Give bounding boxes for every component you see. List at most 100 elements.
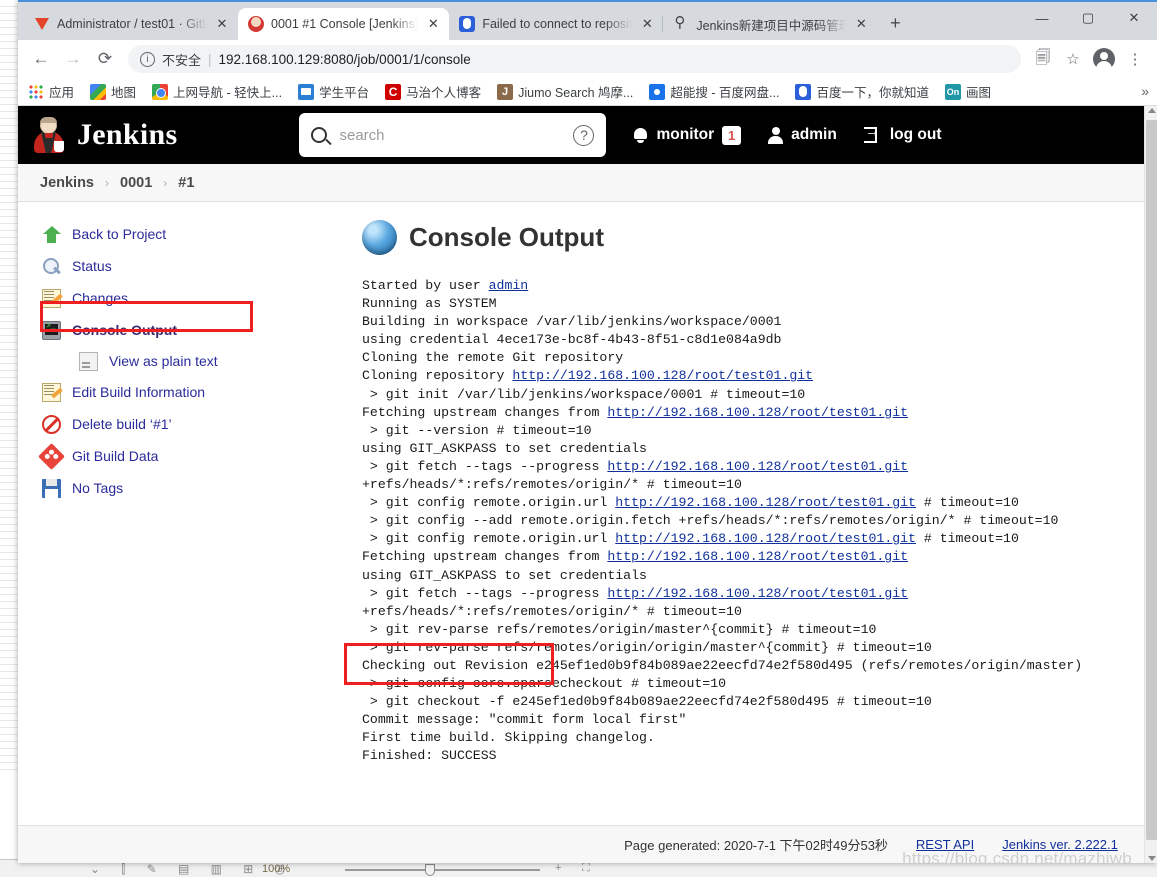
site-info-icon[interactable]: i: [140, 51, 155, 67]
forward-button[interactable]: →: [58, 44, 88, 74]
page-scrollbar[interactable]: [1143, 106, 1157, 863]
tab-close-icon[interactable]: ✕: [214, 16, 230, 32]
console-line: > git rev-parse refs/remotes/origin/orig…: [362, 639, 932, 655]
breadcrumb: Jenkins › 0001 › #1: [18, 164, 1144, 202]
browser-tab-2[interactable]: Failed to connect to reposito ✕: [449, 8, 664, 40]
search-help-icon[interactable]: ?: [573, 124, 595, 146]
breadcrumb-item-jenkins[interactable]: Jenkins: [40, 175, 94, 191]
sidebar-item-delete-build[interactable]: Delete build ‘#1’: [18, 408, 340, 440]
git-diamond-icon: [38, 442, 65, 470]
browser-tab-3[interactable]: Jenkins新建项目中源码管理Re ✕: [662, 8, 878, 40]
doc-icon: [673, 13, 689, 32]
window-maximize-button[interactable]: ▢: [1065, 2, 1111, 34]
console-link[interactable]: http://192.168.100.128/root/test01.git: [607, 549, 908, 564]
bookmark-item-maps[interactable]: 地图: [90, 82, 136, 101]
bookmark-label: 学生平台: [319, 86, 370, 100]
sidebar-item-status[interactable]: Status: [18, 250, 340, 282]
apps-grid-icon: [28, 83, 44, 100]
rest-api-link[interactable]: REST API: [916, 837, 974, 852]
jenkins-page: Jenkins ? monitor 1 admin: [18, 106, 1144, 863]
sidebar-item-git-build-data[interactable]: Git Build Data: [18, 440, 340, 472]
console-link[interactable]: http://192.168.100.128/root/test01.git: [615, 531, 916, 546]
bookmark-item-paint[interactable]: On 画图: [944, 82, 991, 101]
bookmark-item-nav[interactable]: 上网导航 - 轻快上...: [152, 82, 282, 101]
bookmark-item-student[interactable]: 学生平台: [298, 82, 369, 101]
bookmark-item-jiumo[interactable]: J Jiumo Search 鸠摩...: [497, 82, 633, 101]
bookmark-item-baidu[interactable]: 百度一下，你就知道: [795, 82, 929, 101]
jenkins-body: Back to Project Status Changes Console O…: [18, 202, 1144, 863]
o-logo-icon: [649, 83, 666, 100]
console-line: > git --version # timeout=10: [362, 422, 592, 438]
page-title-text: Console Output: [409, 222, 604, 252]
tab-close-icon[interactable]: ✕: [425, 16, 441, 32]
background-expand-icon[interactable]: ⛶: [582, 862, 590, 875]
sidebar-item-console-output[interactable]: Console Output: [18, 314, 340, 346]
console-link[interactable]: http://192.168.100.128/root/test01.git: [615, 495, 916, 510]
scrollbar-thumb[interactable]: [1145, 120, 1157, 840]
scroll-down-arrow-icon[interactable]: [1147, 856, 1156, 861]
browser-tab-0[interactable]: Administrator / test01 · GitLa ✕: [24, 8, 238, 40]
search-input[interactable]: [337, 125, 564, 145]
console-link[interactable]: http://192.168.100.128/root/test01.git: [607, 405, 908, 420]
browser-tab-strip: Administrator / test01 · GitLa ✕ 0001 #1…: [18, 2, 1157, 40]
translate-icon[interactable]: 🗐: [1029, 45, 1057, 73]
user-link[interactable]: admin: [768, 126, 837, 144]
background-zoom-plus[interactable]: +: [555, 862, 561, 874]
console-link[interactable]: http://192.168.100.128/root/test01.git: [512, 368, 813, 383]
breadcrumb-item-job[interactable]: 0001: [120, 175, 152, 191]
window-close-button[interactable]: ✕: [1111, 2, 1157, 34]
tab-close-icon[interactable]: ✕: [853, 16, 869, 32]
student-icon: [298, 83, 315, 100]
sidebar-item-changes[interactable]: Changes: [18, 282, 340, 314]
sidebar-item-view-as-plain-text[interactable]: View as plain text: [18, 346, 340, 376]
jenkins-header: Jenkins ? monitor 1 admin: [18, 106, 1144, 164]
back-button[interactable]: ←: [26, 44, 56, 74]
chrome-menu-icon[interactable]: ⋮: [1121, 45, 1149, 73]
console-line: Running as SYSTEM: [362, 296, 497, 312]
console-link[interactable]: http://192.168.100.128/root/test01.git: [607, 586, 908, 601]
browser-tab-1[interactable]: 0001 #1 Console [Jenkins] ✕: [238, 8, 450, 40]
address-bar[interactable]: i 不安全 | 192.168.100.129:8080/job/0001/1/…: [128, 45, 1021, 73]
user-label: admin: [791, 126, 837, 143]
up-arrow-icon: [42, 225, 61, 244]
scroll-up-arrow-icon[interactable]: [1147, 108, 1156, 113]
console-line: Building in workspace /var/lib/jenkins/w…: [362, 314, 782, 330]
console-link[interactable]: admin: [489, 278, 529, 293]
bookmark-label: 应用: [49, 86, 75, 100]
chrome-browser-window: Administrator / test01 · GitLa ✕ 0001 #1…: [18, 0, 1157, 863]
jenkins-icon: [248, 16, 264, 32]
sidebar-item-back-to-project[interactable]: Back to Project: [18, 218, 340, 250]
omnibox-separator: |: [208, 51, 212, 67]
bookmark-item-apps[interactable]: 应用: [28, 82, 74, 101]
logout-link[interactable]: log out: [863, 123, 941, 144]
bookmarks-overflow-icon[interactable]: »: [1141, 83, 1149, 99]
jenkins-footer: Page generated: 2020-7-1 下午02时49分53秒 RES…: [18, 825, 1144, 863]
main-content: Console Output Started by user admin Runn…: [340, 202, 1144, 863]
bookmarks-bar: 应用 地图 上网导航 - 轻快上... 学生平台 C 马治个人博客 J Jium…: [18, 78, 1157, 106]
jenkins-logo-link[interactable]: Jenkins: [32, 117, 177, 153]
bookmark-label: 上网导航 - 轻快上...: [173, 86, 283, 100]
reload-button[interactable]: ⟳: [90, 44, 120, 74]
monitor-link[interactable]: monitor 1: [633, 125, 742, 145]
background-zoom-slider[interactable]: [345, 869, 540, 871]
sidebar-item-no-tags[interactable]: No Tags: [18, 472, 340, 504]
console-line: Cloning the remote Git repository: [362, 350, 624, 366]
new-tab-button[interactable]: +: [881, 10, 909, 38]
bookmark-item-chaonengsou[interactable]: 超能搜 - 百度网盘...: [649, 82, 779, 101]
bookmark-star-icon[interactable]: ☆: [1059, 45, 1087, 73]
jenkins-search-box[interactable]: ?: [299, 113, 607, 157]
console-link[interactable]: http://192.168.100.128/root/test01.git: [607, 459, 908, 474]
window-minimize-button[interactable]: —: [1019, 2, 1065, 34]
background-zoom-knob[interactable]: [425, 864, 435, 876]
breadcrumb-item-build[interactable]: #1: [178, 175, 194, 191]
sidebar-item-edit-build-information[interactable]: Edit Build Information: [18, 376, 340, 408]
profile-avatar-icon[interactable]: [1093, 48, 1115, 71]
background-zoom-level[interactable]: 100%: [262, 863, 290, 875]
sidebar-item-label: Git Build Data: [72, 448, 159, 464]
jenkins-version-link[interactable]: Jenkins ver. 2.222.1: [1002, 837, 1118, 852]
console-line: using GIT_ASKPASS to set credentials: [362, 440, 647, 456]
maps-icon: [90, 83, 107, 100]
bookmark-item-blog[interactable]: C 马治个人博客: [385, 82, 481, 101]
tab-close-icon[interactable]: ✕: [639, 16, 655, 32]
page-title: Console Output: [362, 220, 1124, 255]
